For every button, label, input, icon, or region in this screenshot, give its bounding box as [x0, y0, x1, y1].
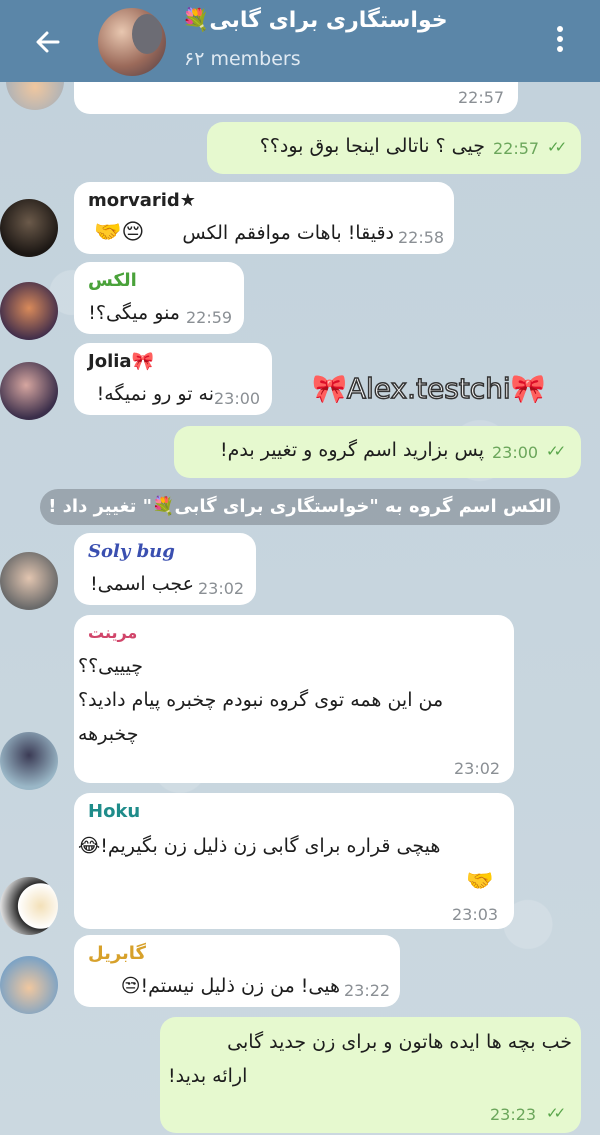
read-checks-icon: ✓✓: [546, 1104, 566, 1122]
message-time: 23:22: [344, 981, 391, 1000]
message-time: 23:23: [490, 1105, 537, 1124]
service-message: الکس اسم گروه به "خواستگاری برای گابی💐" …: [40, 489, 560, 525]
avatar-gabriel-top[interactable]: [6, 82, 64, 110]
emoji: 🤝: [466, 869, 494, 894]
message-bubble-outgoing[interactable]: چیی ؟ ناتالی اینجا بوق بود؟؟ 22:57 ✓✓: [207, 122, 581, 174]
message-text: نه تو رو نمیگه!: [96, 383, 214, 405]
watermark-text: 🎀Alex.testchi🎀: [311, 371, 546, 406]
message-text: چیی ؟ ناتالی اینجا بوق بود؟؟: [259, 135, 485, 157]
sender-name: مرینت: [88, 623, 138, 642]
read-checks-icon: ✓✓: [547, 138, 567, 156]
message-bubble[interactable]: 22:57: [74, 82, 518, 114]
avatar-alex[interactable]: [0, 282, 58, 340]
message-time: 22:57: [458, 88, 505, 107]
member-count: ۶۲ members: [184, 48, 301, 70]
message-bubble[interactable]: Jolia🎀 نه تو رو نمیگه! 23:00: [74, 343, 272, 415]
message-text-line: چیییی؟؟: [78, 655, 143, 677]
message-text: هیچی قراره برای گابی زن ذلیل زن بگیریم!😂: [78, 835, 441, 857]
sender-name: الکس: [88, 270, 137, 291]
message-time: 23:02: [454, 759, 501, 778]
message-bubble[interactable]: Soly bug عجب اسمی! 23:02: [74, 533, 256, 605]
avatar-jolia[interactable]: [0, 362, 58, 420]
more-vertical-icon[interactable]: [548, 22, 572, 60]
message-bubble[interactable]: مرینت چیییی؟؟ من این همه توی گروه نبودم …: [74, 615, 514, 783]
message-text-line: چخبرهه: [78, 723, 139, 745]
sender-name: Hoku: [88, 801, 141, 822]
message-time: 23:00: [492, 443, 539, 462]
chat-area[interactable]: 22:57 چیی ؟ ناتالی اینجا بوق بود؟؟ 22:57…: [0, 82, 600, 1135]
arrow-left-icon[interactable]: [30, 24, 66, 60]
sender-name: گابریل: [88, 943, 147, 964]
emoji: 🤝😔: [94, 220, 145, 245]
message-text: هیی! من زن ذلیل نیستم!😒: [120, 975, 340, 997]
message-bubble-outgoing[interactable]: پس بزارید اسم گروه و تغییر بدم! 23:00 ✓✓: [174, 426, 581, 478]
avatar-marinette[interactable]: [0, 732, 58, 790]
message-bubble[interactable]: morvarid★ 🤝😔 دقیقا! باهات موافقم الکس 22…: [74, 182, 454, 254]
group-title[interactable]: خواستگاری برای گابی💐: [182, 8, 482, 33]
message-time: 22:58: [398, 228, 445, 247]
read-checks-icon: ✓✓: [546, 442, 566, 460]
message-time: 22:57: [493, 139, 540, 158]
message-text: عجب اسمی!: [90, 573, 194, 595]
message-bubble[interactable]: گابریل هیی! من زن ذلیل نیستم!😒 23:22: [74, 935, 400, 1007]
message-time: 22:59: [186, 308, 233, 327]
group-avatar[interactable]: [98, 8, 166, 76]
message-bubble[interactable]: الکس منو میگی؟! 22:59: [74, 262, 244, 334]
sender-name: Soly bug: [88, 541, 175, 562]
message-time: 23:03: [452, 905, 499, 924]
message-text: دقیقا! باهات موافقم الکس: [182, 222, 394, 244]
message-time: 23:00: [214, 389, 261, 408]
message-time: 23:02: [198, 579, 245, 598]
sender-name: Jolia🎀: [88, 351, 154, 372]
sender-name: morvarid★: [88, 190, 196, 211]
message-text: پس بزارید اسم گروه و تغییر بدم!: [220, 439, 484, 461]
message-text-line: ارائه بدید!: [168, 1065, 248, 1087]
message-text-line: من این همه توی گروه نبودم چخبره پیام داد…: [78, 689, 444, 711]
message-text: منو میگی؟!: [88, 302, 180, 324]
avatar-gabriel[interactable]: [0, 956, 58, 1014]
message-bubble-outgoing[interactable]: خب بچه ها ایده هاتون و برای زن جدید گابی…: [160, 1017, 581, 1133]
message-bubble[interactable]: Hoku هیچی قراره برای گابی زن ذلیل زن بگی…: [74, 793, 514, 929]
chat-header: خواستگاری برای گابی💐 ۶۲ members: [0, 0, 600, 82]
avatar-soly[interactable]: [0, 552, 58, 610]
avatar-morvarid[interactable]: [0, 199, 58, 257]
message-text-line: خب بچه ها ایده هاتون و برای زن جدید گابی: [227, 1031, 572, 1053]
avatar-hoku[interactable]: [0, 877, 58, 935]
